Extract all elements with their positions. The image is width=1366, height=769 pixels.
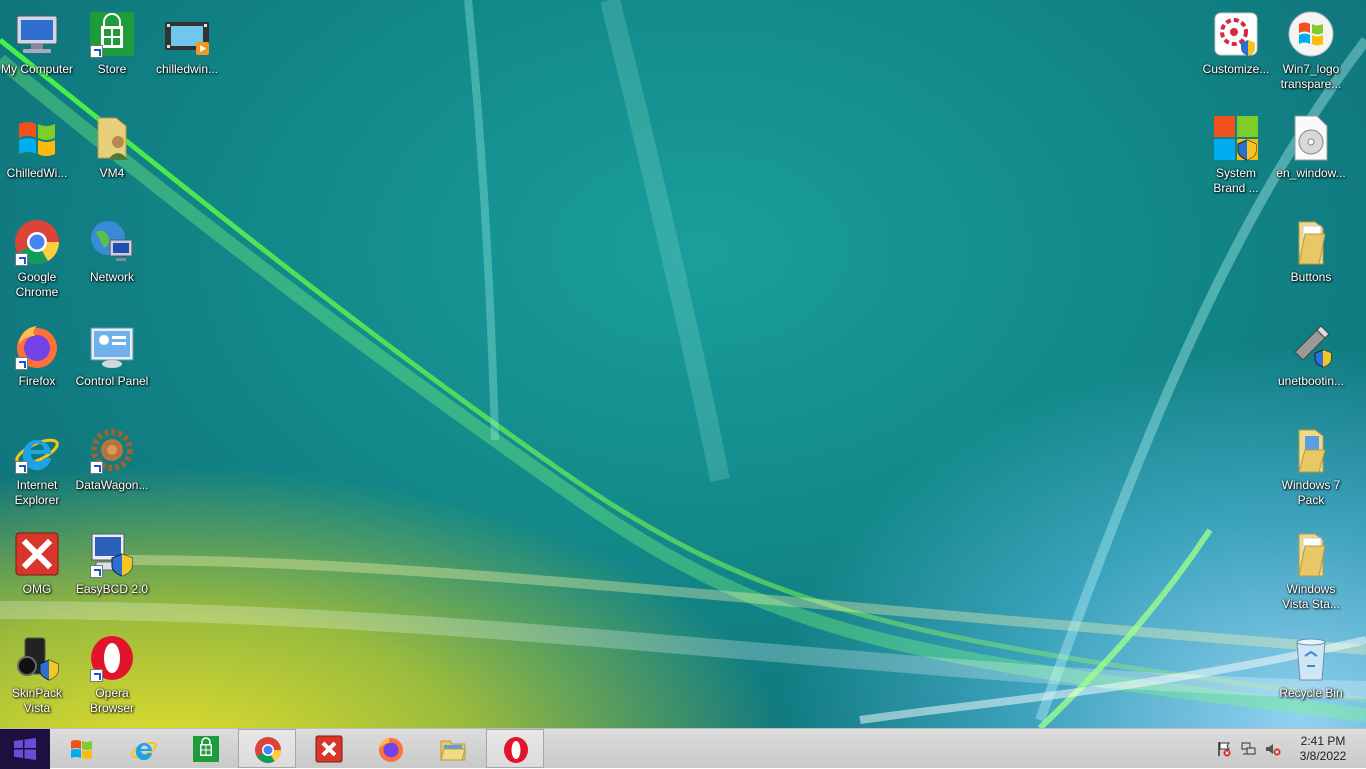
desktop-icon-label: Internet Explorer [14, 478, 60, 507]
desktop-icon-network[interactable]: Network [75, 212, 149, 316]
desktop-icon-label: ChilledWi... [6, 166, 68, 180]
shortcut-arrow-icon [90, 45, 103, 58]
desktop-icon-label: Recycle Bin [1279, 686, 1343, 700]
desktop-icon-opera-browser[interactable]: Opera Browser [75, 628, 149, 728]
skinpack-icon [17, 637, 59, 681]
desktop-icon-customize[interactable]: Customize... [1199, 4, 1273, 108]
desktop-icon-windows-vista-sta[interactable]: Windows Vista Sta... [1274, 524, 1348, 628]
clock-date: 3/8/2022 [1299, 749, 1347, 763]
desktop-icon-label: unetbootin... [1277, 374, 1345, 388]
desktop-icon-label: SkinPack Vista [11, 686, 63, 715]
shortcut-arrow-icon [15, 357, 28, 370]
shortcut-arrow-icon [15, 253, 28, 266]
windows-flag-icon [71, 740, 92, 759]
desktop-icon-label: OMG [22, 582, 52, 596]
desktop-icon-windows-7-pack[interactable]: Windows 7 Pack [1274, 420, 1348, 524]
desktop-icon-system-brand[interactable]: System Brand ... [1199, 108, 1273, 212]
desktop-icon-label: Windows 7 Pack [1281, 478, 1341, 507]
desktop-icon-datawagon[interactable]: DataWagon... [75, 420, 149, 524]
network-tray-icon[interactable] [1241, 741, 1257, 757]
start-button[interactable] [0, 729, 50, 769]
desktop-icon-buttons-folder[interactable]: Buttons [1274, 212, 1348, 316]
desktop-icon-easybcd[interactable]: EasyBCD 2.0 [75, 524, 149, 628]
desktop-icon-label: EasyBCD 2.0 [75, 582, 149, 596]
desktop-icon-chilledwi[interactable]: ChilledWi... [0, 108, 74, 212]
desktop-icon-label: System Brand ... [1213, 166, 1259, 195]
desktop-icon-label: Firefox [18, 374, 56, 388]
desktop-icon-internet-explorer[interactable]: Internet Explorer [0, 420, 74, 524]
desktop-icon-label: Google Chrome [15, 270, 59, 299]
disc-image-icon [1294, 115, 1328, 161]
chrome-icon [255, 737, 282, 763]
desktop-icon-recycle-bin[interactable]: Recycle Bin [1274, 628, 1348, 728]
store-icon [193, 736, 219, 762]
taskbar-button-internet-explorer[interactable] [115, 729, 173, 768]
win7-logo-icon [1288, 11, 1334, 57]
firefox-icon [379, 737, 403, 762]
desktop-icon-label: VM4 [99, 166, 125, 180]
wallpaper [0, 0, 1366, 728]
folder-icon [1298, 533, 1326, 577]
desktop-icon-label: Win7_logo transpare... [1280, 62, 1342, 91]
desktop-icon-label: Buttons [1290, 270, 1332, 284]
desktop-icon-store[interactable]: Store [75, 4, 149, 108]
action-center-flag-icon[interactable] [1216, 741, 1232, 757]
taskbar-button-chrome[interactable] [238, 729, 296, 768]
clock-time: 2:41 PM [1300, 734, 1346, 748]
desktop-icon-unetbootin[interactable]: unetbootin... [1274, 316, 1348, 420]
desktop-icon-label: DataWagon... [75, 478, 149, 492]
desktop-icon-win7-logo[interactable]: Win7_logo transpare... [1274, 4, 1348, 108]
video-file-icon [165, 22, 209, 55]
desktop-icon-label: chilledwin... [155, 62, 219, 76]
customize-icon [1214, 12, 1258, 56]
desktop-icon-chilledwin-video[interactable]: chilledwin... [150, 4, 224, 108]
recycle-bin-icon [1296, 638, 1326, 681]
shortcut-arrow-icon [90, 461, 103, 474]
taskbar-button-firefox[interactable] [362, 729, 420, 768]
taskbar-button-store[interactable] [177, 729, 235, 768]
usb-icon [1294, 325, 1332, 368]
volume-muted-icon[interactable] [1265, 741, 1281, 757]
shortcut-arrow-icon [90, 565, 103, 578]
windows-logo-icon [19, 122, 55, 156]
desktop-icon-label: en_window... [1276, 166, 1346, 180]
taskbar: 2:41 PM 3/8/2022 [0, 728, 1366, 769]
file-explorer-icon [440, 740, 466, 761]
taskbar-button-file-explorer[interactable] [424, 729, 482, 768]
shortcut-arrow-icon [90, 669, 103, 682]
taskbar-clock[interactable]: 2:41 PM 3/8/2022 [1290, 734, 1356, 764]
taskbar-button-omg[interactable] [300, 729, 358, 768]
desktop-icon-label: My Computer [0, 62, 74, 76]
error-x-icon [15, 532, 59, 576]
system-brand-icon [1214, 116, 1258, 161]
desktop-icon-google-chrome[interactable]: Google Chrome [0, 212, 74, 316]
desktop-icon-label: Control Panel [75, 374, 149, 388]
start-windows-icon [14, 738, 36, 760]
computer-icon [16, 15, 58, 53]
taskbar-button-opera[interactable] [486, 729, 544, 768]
desktop-icon-skinpack-vista[interactable]: SkinPack Vista [0, 628, 74, 728]
taskbar-button-windows[interactable] [53, 729, 111, 768]
folder-icon [1298, 221, 1326, 265]
folder-icon [1298, 429, 1326, 473]
shortcut-arrow-icon [15, 461, 28, 474]
desktop[interactable]: My Computer Store chilledwin... ChilledW… [0, 0, 1366, 728]
desktop-icon-control-panel[interactable]: Control Panel [75, 316, 149, 420]
desktop-icon-en-windows-iso[interactable]: en_window... [1274, 108, 1348, 212]
desktop-icon-label: Network [89, 270, 134, 284]
desktop-icon-vm4[interactable]: VM4 [75, 108, 149, 212]
desktop-icon-omg[interactable]: OMG [0, 524, 74, 628]
error-x-icon [315, 735, 343, 763]
desktop-icon-firefox[interactable]: Firefox [0, 316, 74, 420]
opera-icon [504, 737, 528, 763]
desktop-icon-label: Windows Vista Sta... [1282, 582, 1340, 611]
desktop-icon-label: Opera Browser [89, 686, 134, 715]
desktop-icon-label: Customize... [1202, 62, 1270, 76]
desktop-icon-label: Store [97, 62, 127, 76]
folder-user-icon [97, 117, 128, 160]
desktop-icon-my-computer[interactable]: My Computer [0, 4, 74, 108]
internet-explorer-icon [131, 741, 157, 761]
control-panel-icon [90, 327, 134, 368]
network-icon [91, 221, 133, 261]
